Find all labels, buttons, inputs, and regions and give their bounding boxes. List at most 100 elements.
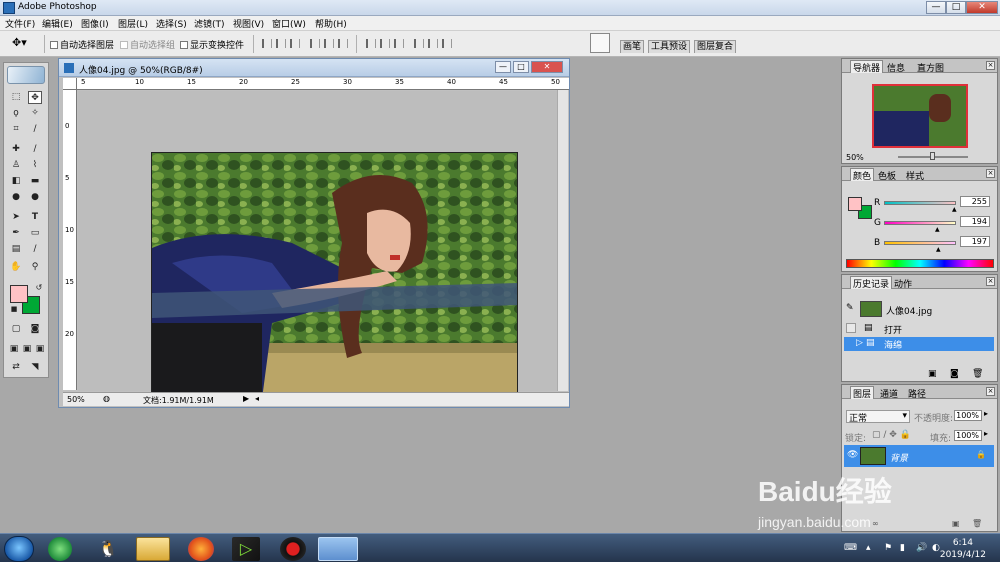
minimize-button[interactable]: — bbox=[926, 1, 946, 14]
palette-tab-layer-comps[interactable]: 图层复合 bbox=[694, 40, 737, 53]
horizontal-scroll-left-icon[interactable]: ◂ bbox=[255, 394, 259, 403]
type-tool-icon[interactable]: T bbox=[28, 211, 42, 224]
tab-color[interactable]: 颜色 bbox=[850, 168, 875, 182]
foreground-color-swatch[interactable] bbox=[10, 285, 28, 303]
palette-well-icon[interactable] bbox=[590, 33, 610, 53]
move-tool-preset-icon[interactable]: ✥▾ bbox=[12, 36, 27, 49]
document-title-bar[interactable]: 人像04.jpg @ 50%(RGB/8#) — □ ✕ bbox=[59, 59, 569, 77]
new-layer-icon[interactable]: ▣ bbox=[952, 519, 960, 528]
tab-paths[interactable]: 路径 bbox=[908, 387, 926, 400]
qq-icon[interactable]: 🐧 bbox=[95, 537, 121, 561]
history-brush-tool-icon[interactable]: ⌇ bbox=[28, 159, 42, 172]
notes-tool-icon[interactable]: ▤ bbox=[9, 243, 23, 256]
align-left-icon[interactable] bbox=[310, 39, 320, 48]
distribute-right-icon[interactable] bbox=[442, 39, 452, 48]
palette-tab-tool-presets[interactable]: 工具预设 bbox=[648, 40, 691, 53]
layer-row-background[interactable]: 👁 背景 🔒 bbox=[844, 445, 994, 467]
tab-navigator[interactable]: 导航器 bbox=[850, 60, 884, 74]
vertical-scrollbar[interactable] bbox=[557, 90, 568, 391]
firefox-icon[interactable] bbox=[188, 537, 214, 561]
navigator-zoom-handle[interactable] bbox=[930, 152, 935, 160]
history-item[interactable]: ▤ 打开 bbox=[844, 322, 994, 336]
screen-mode-full-icon[interactable]: ▣ bbox=[33, 343, 47, 356]
delete-state-icon[interactable]: 🗑 bbox=[972, 369, 983, 379]
menu-layer[interactable]: 图层(L) bbox=[118, 17, 148, 30]
tab-actions[interactable]: 动作 bbox=[894, 277, 912, 290]
history-snapshot[interactable]: ✎ 人像04.jpg bbox=[844, 301, 994, 319]
align-vcenter-icon[interactable] bbox=[276, 39, 286, 48]
canvas-image[interactable] bbox=[151, 152, 518, 398]
align-bottom-icon[interactable] bbox=[290, 39, 300, 48]
imageready-icon[interactable]: ◥ bbox=[28, 361, 42, 374]
g-slider-handle-icon[interactable]: ▲ bbox=[935, 226, 940, 233]
show-transform-checkbox[interactable] bbox=[180, 41, 188, 49]
align-right-icon[interactable] bbox=[338, 39, 348, 48]
browser-360-icon[interactable] bbox=[48, 537, 72, 561]
b-value[interactable]: 197 bbox=[960, 236, 990, 247]
fill-arrow-icon[interactable]: ▸ bbox=[984, 429, 988, 438]
history-state-slider-icon[interactable]: ▷ bbox=[856, 338, 863, 348]
dodge-tool-icon[interactable]: ● bbox=[28, 191, 42, 204]
magic-wand-tool-icon[interactable]: ✧ bbox=[28, 107, 42, 120]
menu-window[interactable]: 窗口(W) bbox=[272, 17, 306, 30]
screen-mode-standard-icon[interactable]: ▣ bbox=[7, 343, 21, 356]
volume-icon[interactable]: 🔊 bbox=[916, 543, 927, 553]
palette-tab-brushes[interactable]: 画笔 bbox=[620, 40, 645, 53]
brush-tool-icon[interactable]: ∕ bbox=[28, 143, 42, 156]
status-arrow-icon[interactable]: ▶ bbox=[243, 394, 249, 403]
panel-close-icon[interactable]: × bbox=[986, 387, 995, 396]
opacity-arrow-icon[interactable]: ▸ bbox=[984, 409, 988, 418]
action-center-icon[interactable]: ⚑ bbox=[884, 543, 893, 553]
history-item-selected[interactable]: ▷ ▤ 海绵 bbox=[844, 337, 994, 351]
r-slider-handle-icon[interactable]: ▲ bbox=[952, 206, 957, 213]
panel-close-icon[interactable]: × bbox=[986, 169, 995, 178]
fill-value[interactable]: 100% bbox=[954, 430, 982, 441]
zoom-tool-icon[interactable]: ⚲ bbox=[28, 261, 42, 274]
default-colors-icon[interactable]: ■ bbox=[7, 303, 21, 316]
menu-file[interactable]: 文件(F) bbox=[5, 17, 35, 30]
zoom-level[interactable]: 50% bbox=[67, 395, 85, 404]
horizontal-ruler[interactable]: 5 10 15 20 25 30 35 40 45 50 bbox=[77, 78, 569, 90]
clone-stamp-tool-icon[interactable]: ♙ bbox=[9, 159, 23, 172]
blend-mode-select[interactable]: 正常 ▾ bbox=[846, 410, 910, 424]
navigator-zoom-value[interactable]: 50% bbox=[846, 153, 864, 162]
hand-tool-icon[interactable]: ✋ bbox=[9, 261, 23, 274]
show-transform-option[interactable]: 显示变换控件 bbox=[180, 38, 244, 51]
distribute-left-icon[interactable] bbox=[414, 39, 424, 48]
tab-layers[interactable]: 图层 bbox=[850, 386, 875, 400]
panel-close-icon[interactable]: × bbox=[986, 277, 995, 286]
slice-tool-icon[interactable]: ∕ bbox=[28, 123, 42, 136]
gradient-tool-icon[interactable]: ▬ bbox=[28, 175, 42, 188]
navigator-thumbnail[interactable] bbox=[872, 84, 968, 148]
expand-tray-icon[interactable]: ▴ bbox=[866, 543, 875, 553]
menu-edit[interactable]: 编辑(E) bbox=[42, 17, 73, 30]
r-slider[interactable] bbox=[884, 201, 956, 205]
panel-close-icon[interactable]: × bbox=[986, 61, 995, 70]
distribute-top-icon[interactable] bbox=[366, 39, 376, 48]
eyedropper-tool-icon[interactable]: ∕ bbox=[28, 243, 42, 256]
canvas-area[interactable] bbox=[78, 91, 558, 398]
shape-tool-icon[interactable]: ▭ bbox=[28, 227, 42, 240]
new-snapshot-icon[interactable]: ◙ bbox=[950, 369, 959, 379]
opacity-value[interactable]: 100% bbox=[954, 410, 982, 421]
menu-select[interactable]: 选择(S) bbox=[156, 17, 187, 30]
screen-mode-menu-icon[interactable]: ▣ bbox=[20, 343, 34, 356]
move-tool-icon[interactable]: ✥ bbox=[28, 91, 42, 104]
eye-icon[interactable]: 👁 bbox=[847, 450, 858, 460]
ruler-origin[interactable] bbox=[63, 78, 77, 90]
tab-styles[interactable]: 样式 bbox=[906, 169, 924, 182]
photoshop-taskbar-icon[interactable] bbox=[318, 537, 358, 561]
menu-image[interactable]: 图像(I) bbox=[81, 17, 109, 30]
quick-mask-mode-icon[interactable]: ◙ bbox=[28, 323, 42, 336]
eraser-tool-icon[interactable]: ◧ bbox=[9, 175, 23, 188]
blur-tool-icon[interactable]: ● bbox=[9, 191, 23, 204]
healing-brush-tool-icon[interactable]: ✚ bbox=[9, 143, 23, 156]
g-value[interactable]: 194 bbox=[960, 216, 990, 227]
marquee-tool-icon[interactable]: ⬚ bbox=[9, 91, 23, 104]
close-button[interactable]: ✕ bbox=[966, 1, 998, 14]
adobe-feather-logo-icon[interactable] bbox=[7, 66, 45, 84]
distribute-hcenter-icon[interactable] bbox=[428, 39, 438, 48]
document-close-button[interactable]: ✕ bbox=[531, 61, 563, 73]
keyboard-tray-icon[interactable]: ⌨ bbox=[844, 543, 857, 553]
align-top-icon[interactable] bbox=[262, 39, 272, 48]
